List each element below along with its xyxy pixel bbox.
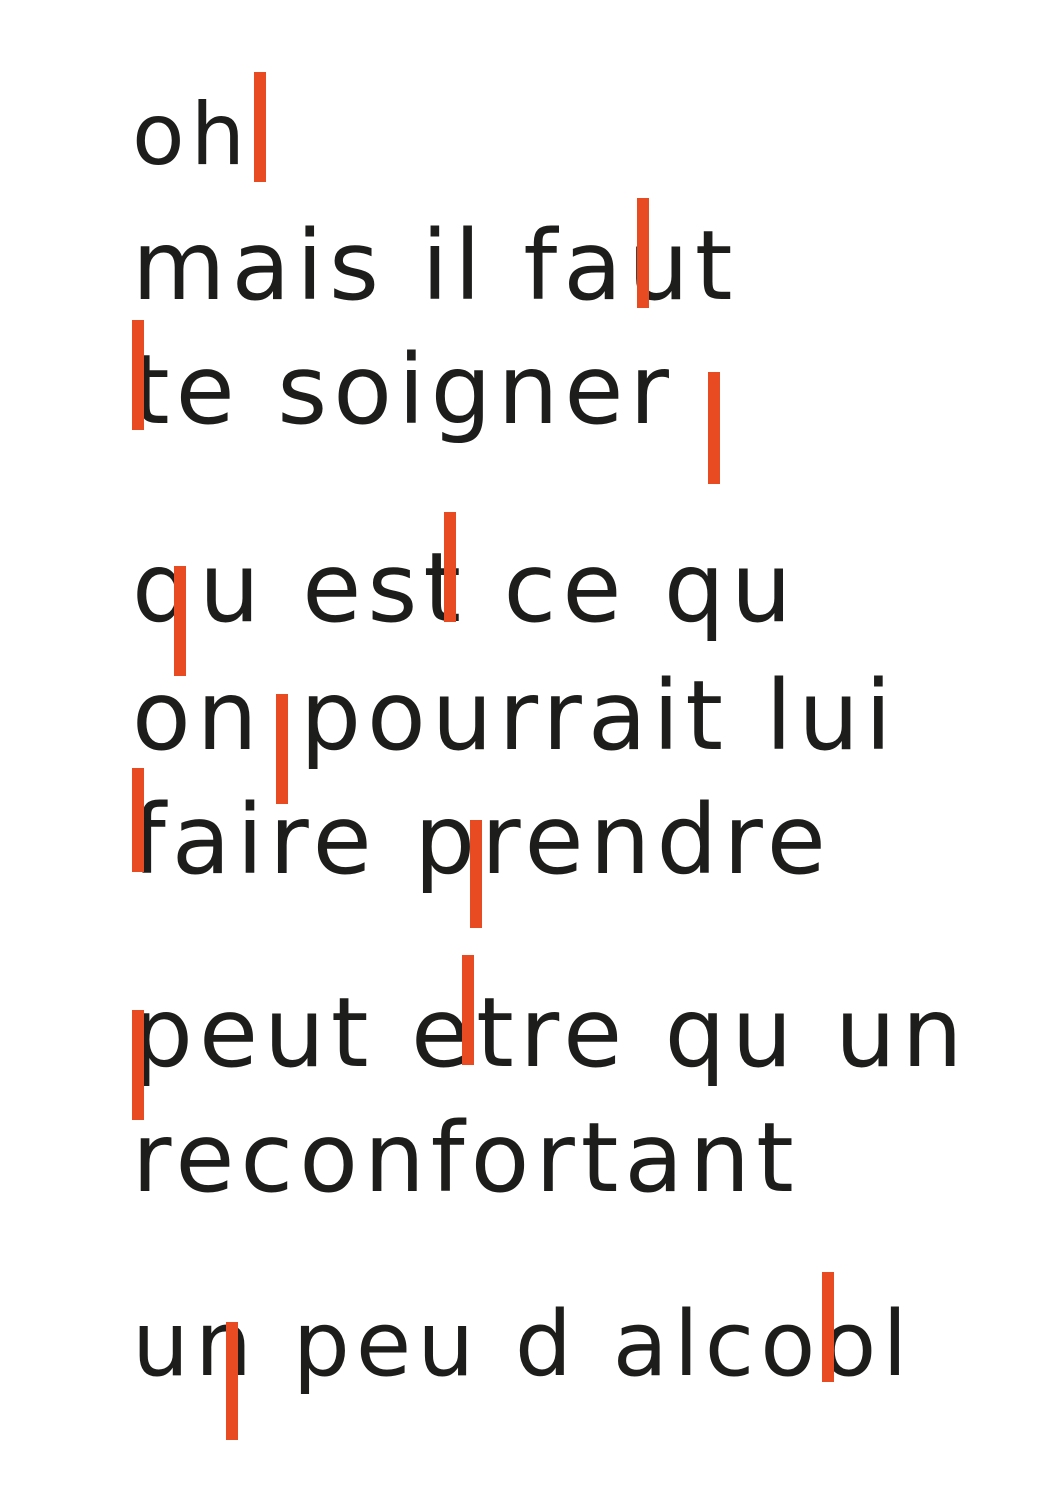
poem-line-oh: oh (132, 85, 252, 185)
poem-line-un-peu-d-alcool: un peu d alcool (132, 1292, 914, 1397)
accent-stroke (254, 72, 266, 182)
accent-stroke (708, 372, 720, 484)
poem-line-on-pourrait-lui: on pourrait lui (132, 660, 898, 772)
accent-stroke (174, 566, 186, 676)
poem-line-reconfortant: reconfortant (132, 1102, 800, 1214)
poem-poster: oh mais il faut te soigner qu est ce qu … (0, 0, 1061, 1500)
accent-stroke (132, 320, 144, 430)
accent-stroke (132, 768, 144, 872)
accent-stroke (132, 1010, 144, 1120)
accent-stroke (470, 820, 482, 928)
accent-stroke (444, 512, 456, 622)
poem-line-te-soigner: te soigner (132, 334, 675, 446)
accent-stroke (462, 955, 474, 1065)
accent-stroke (276, 694, 288, 804)
accent-stroke (637, 198, 649, 308)
accent-stroke (226, 1322, 238, 1440)
poem-line-qu-est-ce-qu: qu est ce qu (132, 532, 798, 644)
poem-line-peut-etre-qu-un: peut etre qu un (132, 977, 969, 1089)
accent-stroke (822, 1272, 834, 1382)
